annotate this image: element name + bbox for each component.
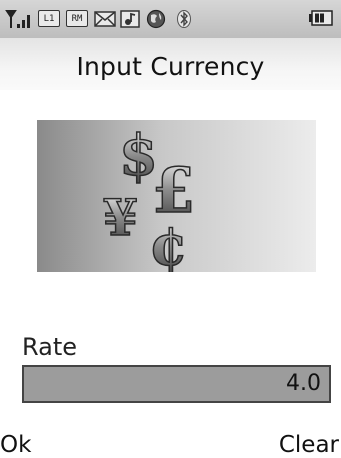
music-icon <box>120 10 140 28</box>
svg-text:¢: ¢ <box>149 213 188 272</box>
message-icon <box>94 11 116 27</box>
rate-input[interactable]: 4.0 <box>22 365 331 403</box>
clear-softkey[interactable]: Clear <box>279 432 339 458</box>
currency-symbols-icon: $ £ ¥ ¢ <box>102 122 196 272</box>
rate-label: Rate <box>22 333 78 361</box>
signal-icon <box>5 10 30 28</box>
currency-illustration: $ £ ¥ ¢ <box>37 120 316 272</box>
internet-icon <box>146 9 166 29</box>
svg-text:¥: ¥ <box>103 188 138 247</box>
bluetooth-icon <box>177 10 191 28</box>
battery-icon <box>309 10 333 26</box>
status-bar: L1 RM <box>0 0 341 38</box>
line-l1-icon: L1 <box>38 10 60 27</box>
ok-softkey[interactable]: Ok <box>0 432 31 458</box>
page-title: Input Currency <box>76 52 265 81</box>
roaming-icon: RM <box>66 10 88 27</box>
